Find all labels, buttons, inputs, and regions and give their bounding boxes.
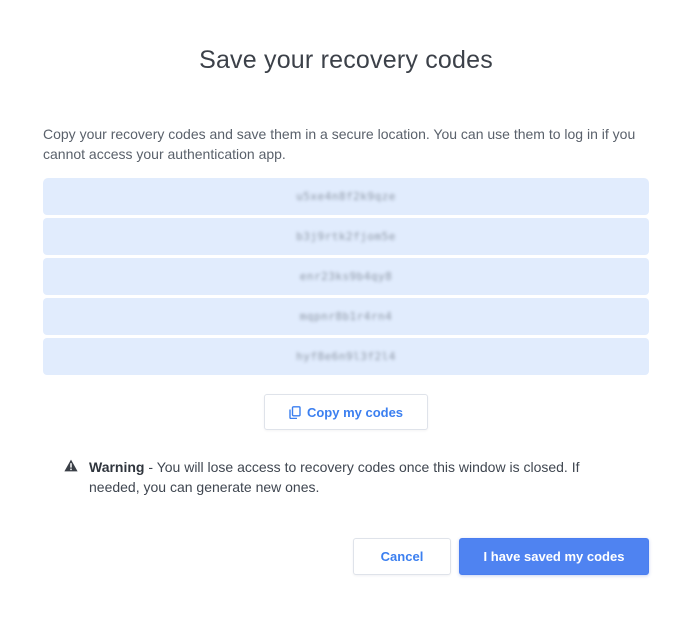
warning-message: Warning - You will lose access to recove…	[64, 457, 624, 497]
recovery-code-row: u5xe4n8f2k9qze	[43, 178, 649, 215]
warning-title: Warning	[89, 459, 145, 475]
warning-separator: -	[144, 459, 157, 475]
recovery-code-row: b3j9rtk2fjom5e	[43, 218, 649, 255]
saved-codes-button[interactable]: I have saved my codes	[459, 538, 649, 575]
cancel-button[interactable]: Cancel	[353, 538, 451, 575]
recovery-codes-dialog: Save your recovery codes Copy your recov…	[0, 0, 692, 617]
recovery-code-row: mqpnr8b1r4rn4	[43, 298, 649, 335]
copy-codes-button[interactable]: Copy my codes	[264, 394, 428, 430]
warning-triangle-icon	[64, 459, 78, 477]
recovery-code: mqpnr8b1r4rn4	[299, 310, 393, 323]
recovery-code: hyf8e6n9l3f2l4	[296, 350, 396, 363]
recovery-code-row: enr23ks9b4qy8	[43, 258, 649, 295]
dialog-title: Save your recovery codes	[199, 46, 493, 74]
copy-icon	[289, 405, 301, 419]
recovery-code-row: hyf8e6n9l3f2l4	[43, 338, 649, 375]
recovery-codes-list: u5xe4n8f2k9qze b3j9rtk2fjom5e enr23ks9b4…	[43, 178, 649, 378]
dialog-description: Copy your recovery codes and save them i…	[43, 126, 636, 162]
recovery-code: u5xe4n8f2k9qze	[296, 190, 396, 203]
warning-text: Warning - You will lose access to recove…	[89, 457, 624, 497]
warning-body: You will lose access to recovery codes o…	[89, 459, 580, 495]
recovery-code: b3j9rtk2fjom5e	[296, 230, 396, 243]
copy-codes-label: Copy my codes	[306, 404, 404, 420]
recovery-code: enr23ks9b4qy8	[299, 270, 393, 283]
